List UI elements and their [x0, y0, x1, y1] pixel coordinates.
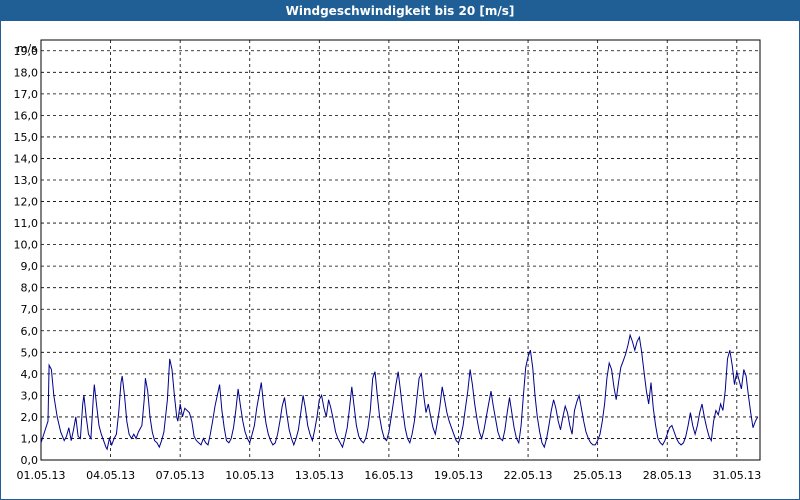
y-tick-label: 5,0 [21, 346, 39, 359]
y-axis-label: m/s [17, 42, 37, 55]
y-tick-label: 9,0 [21, 260, 39, 273]
x-axis: 01.05.13 04.05.13 07.05.13 10.05.13 13.05.13… [17, 469, 762, 482]
y-tick-label: 14,0 [14, 152, 39, 165]
x-tick-label: 25.05.13 [573, 469, 622, 482]
y-tick-label: 17,0 [14, 88, 39, 101]
y-tick-label: 2,0 [21, 411, 39, 424]
x-tick-label: 19.05.13 [434, 469, 483, 482]
y-tick-label: 3,0 [21, 389, 39, 402]
wind-speed-series-line [40, 333, 759, 451]
x-tick-label: 04.05.13 [86, 469, 135, 482]
y-tick-label: 11,0 [14, 217, 39, 230]
y-tick-label: 1,0 [21, 432, 39, 445]
y-axis: 0,0 1,0 2,0 3,0 4,0 5,0 6,0 7,0 8,0 9,0 10,0 11,0 12… [14, 45, 39, 467]
y-tick-label: 8,0 [21, 282, 39, 295]
y-tick-label: 13,0 [14, 174, 39, 187]
y-tick-label: 7,0 [21, 303, 39, 316]
y-tick-label: 16,0 [14, 109, 39, 122]
y-tick-label: 6,0 [21, 325, 39, 338]
x-tick-label: 28.05.13 [643, 469, 692, 482]
x-tick-label: 01.05.13 [17, 469, 66, 482]
x-tick-label: 13.05.13 [295, 469, 344, 482]
y-tick-label: 15,0 [14, 131, 39, 144]
x-tick-label: 10.05.13 [225, 469, 274, 482]
wind-speed-chart: 0,0 1,0 2,0 3,0 4,0 5,0 6,0 7,0 8,0 9,0 10,0 11,0 12… [14, 39, 762, 482]
x-tick-label: 07.05.13 [156, 469, 205, 482]
y-tick-label: 12,0 [14, 196, 39, 209]
y-tick-label: 10,0 [14, 239, 39, 252]
y-tick-label: 0,0 [21, 454, 39, 467]
x-tick-label: 31.05.13 [712, 469, 761, 482]
y-tick-label: 4,0 [21, 368, 39, 381]
x-tick-label: 22.05.13 [504, 469, 553, 482]
x-tick-label: 16.05.13 [364, 469, 413, 482]
y-tick-label: 18,0 [14, 66, 39, 79]
